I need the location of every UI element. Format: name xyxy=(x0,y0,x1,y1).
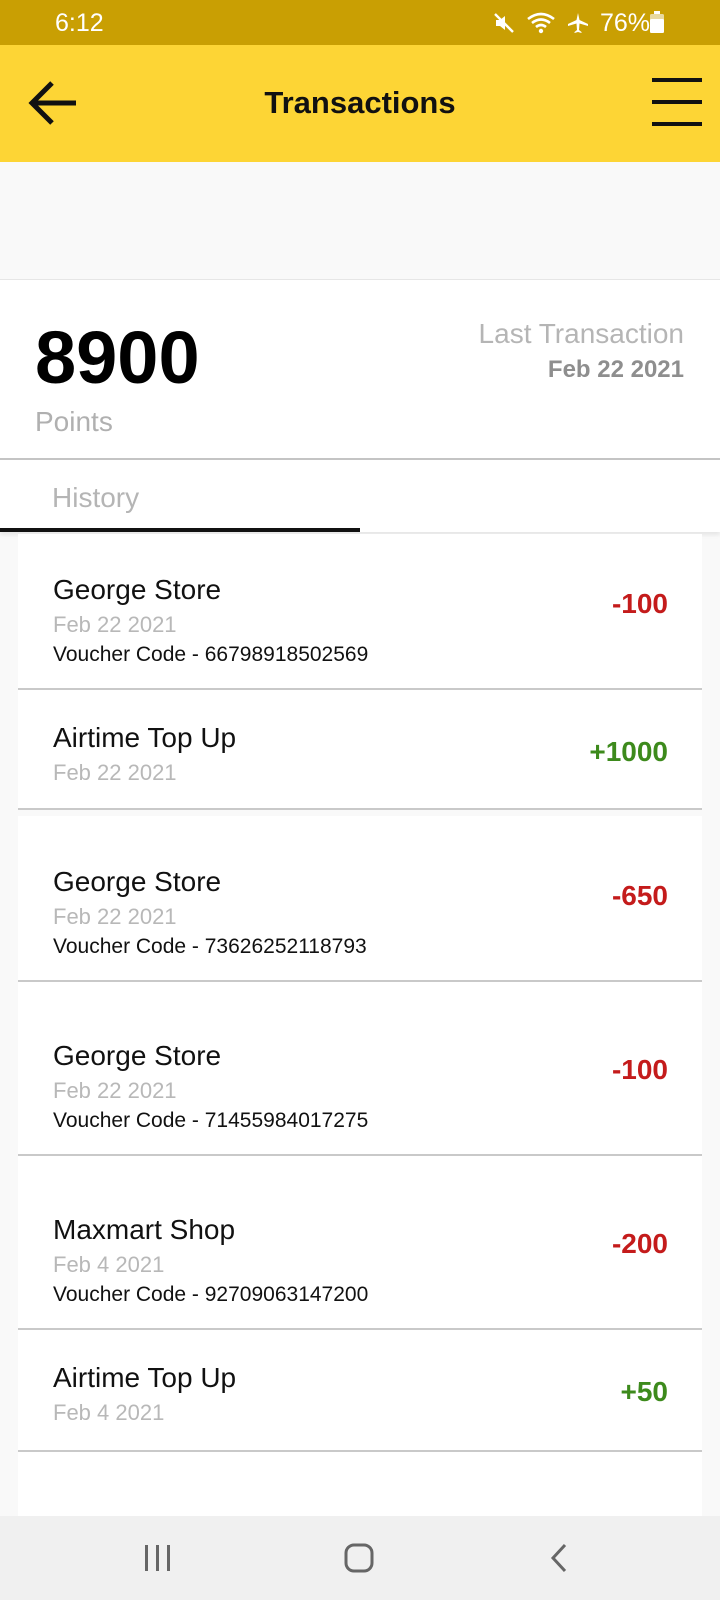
transaction-date: Feb 4 2021 xyxy=(53,1252,165,1277)
status-time: 6:12 xyxy=(55,9,104,37)
points-value: 8900 xyxy=(35,316,200,399)
transaction-amount: +50 xyxy=(620,1376,669,1407)
home-icon xyxy=(344,1543,374,1573)
app-bar: Transactions xyxy=(0,45,720,162)
home-button[interactable] xyxy=(329,1538,389,1578)
transaction-item[interactable]: George Store Feb 22 2021 Voucher Code - … xyxy=(18,982,702,1156)
points-summary: 8900 Points Last Transaction Feb 22 2021 xyxy=(0,280,720,460)
system-back-button[interactable] xyxy=(531,1538,591,1578)
transaction-amount: -650 xyxy=(611,880,668,911)
transaction-item[interactable]: George Store Feb 22 2021 Voucher Code - … xyxy=(18,534,702,690)
transaction-date: Feb 4 2021 xyxy=(53,1400,165,1425)
tab-history-label: History xyxy=(52,482,140,513)
recent-apps-icon xyxy=(145,1545,170,1571)
transaction-item[interactable] xyxy=(18,1452,702,1516)
last-transaction-date: Feb 22 2021 xyxy=(547,356,684,383)
transaction-name: George Store xyxy=(53,1040,222,1071)
status-icons: 76% xyxy=(492,8,650,38)
transaction-name: Airtime Top Up xyxy=(53,1362,237,1393)
header-spacer xyxy=(0,162,720,280)
battery-icon xyxy=(650,11,664,33)
voucher-code: Voucher Code - 71455984017275 xyxy=(53,1109,369,1132)
transaction-name: George Store xyxy=(53,866,222,897)
voucher-code: Voucher Code - 73626252118793 xyxy=(53,935,367,958)
airplane-icon xyxy=(567,13,588,33)
transaction-list[interactable]: George Store Feb 22 2021 Voucher Code - … xyxy=(18,534,702,1516)
recent-apps-button[interactable] xyxy=(128,1538,188,1578)
page-title: Transactions xyxy=(264,85,456,120)
voucher-code: Voucher Code - 92709063147200 xyxy=(53,1283,369,1306)
transaction-date: Feb 22 2021 xyxy=(53,904,177,929)
mute-icon xyxy=(494,13,514,33)
transaction-amount: -100 xyxy=(611,1054,668,1085)
transaction-item[interactable]: Maxmart Shop Feb 4 2021 Voucher Code - 9… xyxy=(18,1156,702,1330)
system-nav-bar xyxy=(0,1516,720,1600)
transaction-item[interactable]: Airtime Top Up Feb 22 2021 +1000 xyxy=(18,690,702,810)
transaction-item[interactable]: George Store Feb 22 2021 Voucher Code - … xyxy=(18,816,702,982)
transaction-amount: -200 xyxy=(611,1228,668,1259)
back-icon xyxy=(550,1543,567,1573)
transaction-name: Airtime Top Up xyxy=(53,722,237,753)
status-bar: 6:12 76% xyxy=(0,0,720,45)
battery-percent: 76% xyxy=(599,8,650,37)
transaction-date: Feb 22 2021 xyxy=(53,1078,177,1103)
transaction-amount: +1000 xyxy=(589,736,668,767)
hamburger-menu-icon xyxy=(652,78,702,126)
points-label: Points xyxy=(35,406,113,437)
voucher-code: Voucher Code - 66798918502569 xyxy=(53,643,369,666)
tab-history[interactable]: History xyxy=(0,460,360,532)
transaction-amount: -100 xyxy=(611,588,668,619)
transaction-date: Feb 22 2021 xyxy=(53,612,177,637)
transaction-date: Feb 22 2021 xyxy=(53,760,177,785)
last-transaction-label: Last Transaction xyxy=(478,318,684,349)
transaction-name: George Store xyxy=(53,574,222,605)
tab-bar: History xyxy=(0,460,720,532)
wifi-icon xyxy=(527,12,555,34)
transaction-item[interactable]: Airtime Top Up Feb 4 2021 +50 xyxy=(18,1330,702,1452)
menu-button[interactable] xyxy=(650,78,704,128)
transaction-name: Maxmart Shop xyxy=(53,1214,236,1245)
